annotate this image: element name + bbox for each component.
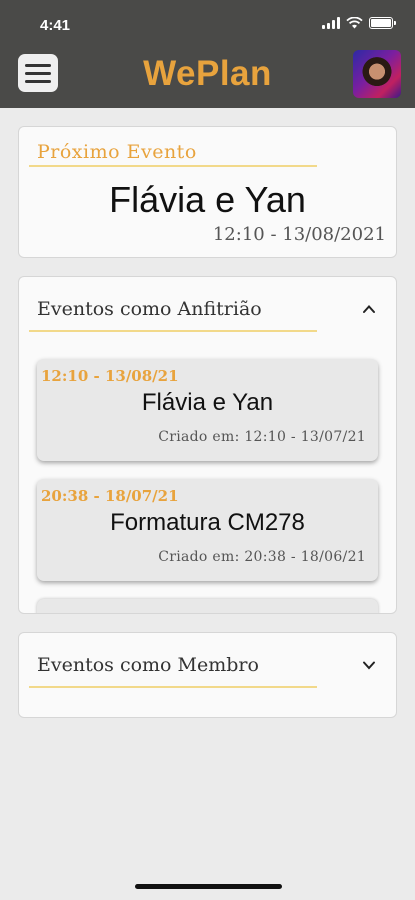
user-avatar[interactable] [353,50,401,98]
host-event-item-partial[interactable] [37,599,378,613]
host-event-item[interactable]: 20:38 - 18/07/21 Formatura CM278 Criado … [37,479,378,581]
event-datetime: 20:38 - 18/07/21 [41,487,179,505]
member-events-label[interactable]: Eventos como Membro [37,654,259,676]
host-events-card: Eventos como Anfitrião 12:10 - 13/08/21 … [18,276,397,614]
app-header: 4:41 WePlan [0,0,415,108]
next-event-datetime: 12:10 - 13/08/2021 [212,224,386,245]
battery-icon [369,17,396,29]
next-event-underline [29,165,317,167]
wifi-icon [346,17,363,29]
member-events-card: Eventos como Membro [18,632,397,718]
event-datetime: 12:10 - 13/08/21 [41,367,179,385]
cellular-signal-icon [322,17,340,29]
host-events-underline [29,330,317,332]
member-events-underline [29,686,317,688]
host-event-item[interactable]: 12:10 - 13/08/21 Flávia e Yan Criado em:… [37,359,378,461]
event-created: Criado em: 20:38 - 18/06/21 [158,549,366,565]
home-indicator [135,884,282,889]
host-events-label[interactable]: Eventos como Anfitrião [37,298,262,320]
next-event-card[interactable]: Próximo Evento Flávia e Yan 12:10 - 13/0… [18,126,397,258]
chevron-down-icon[interactable] [362,658,376,672]
status-bar: 4:41 [0,0,415,50]
event-title: Flávia e Yan [141,389,274,416]
next-event-title: Flávia e Yan [109,179,306,220]
next-event-label: Próximo Evento [37,141,197,163]
event-title: Formatura CM278 [110,509,305,536]
chevron-up-icon[interactable] [362,302,376,316]
status-time: 4:41 [40,17,71,34]
event-created: Criado em: 12:10 - 13/07/21 [158,429,366,445]
status-icons [322,17,396,29]
